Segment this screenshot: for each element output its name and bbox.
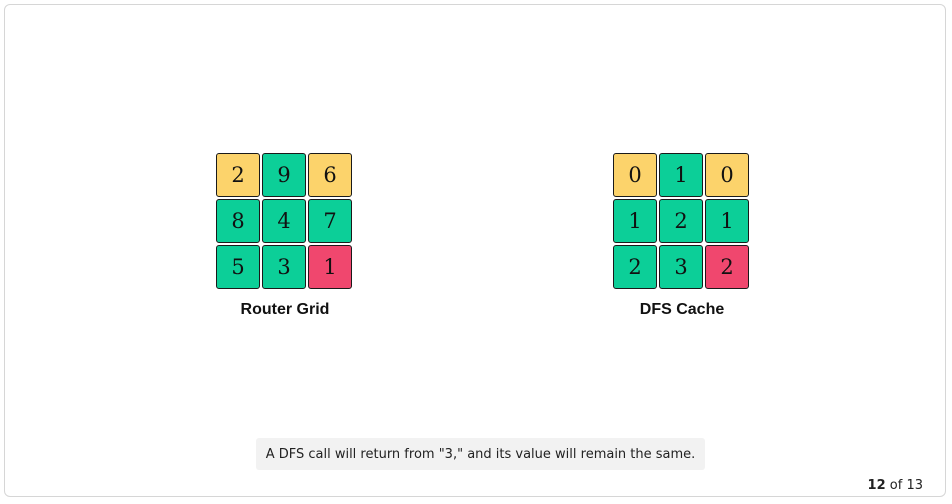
dfs-cache-cell: 1 — [705, 199, 749, 243]
router-grid-cell: 9 — [262, 153, 306, 197]
pager-separator: of — [889, 478, 903, 493]
router-grid: 2 9 6 8 4 7 5 3 1 — [216, 153, 354, 289]
dfs-cache-cell: 1 — [659, 153, 703, 197]
dfs-cache-cell: 2 — [613, 245, 657, 289]
router-grid-block: 2 9 6 8 4 7 5 3 1 Router Grid — [216, 153, 354, 319]
slide-caption: A DFS call will return from "3," and its… — [256, 438, 705, 470]
router-grid-cell: 8 — [216, 199, 260, 243]
router-grid-cell: 5 — [216, 245, 260, 289]
dfs-cache-grid: 0 1 0 1 2 1 2 3 2 — [613, 153, 751, 289]
dfs-cache-label: DFS Cache — [639, 301, 725, 318]
router-grid-label: Router Grid — [240, 301, 330, 318]
router-grid-cell: 4 — [262, 199, 306, 243]
pager-current: 12 — [867, 478, 886, 493]
pager-total: 13 — [906, 478, 923, 493]
dfs-cache-cell: 3 — [659, 245, 703, 289]
dfs-cache-cell: 2 — [659, 199, 703, 243]
router-grid-cell: 6 — [308, 153, 352, 197]
router-grid-cell: 3 — [262, 245, 306, 289]
dfs-cache-cell: 0 — [613, 153, 657, 197]
router-grid-cell: 1 — [308, 245, 352, 289]
slide-frame: 2 9 6 8 4 7 5 3 1 Router Grid 0 1 0 1 2 … — [4, 4, 946, 497]
router-grid-cell: 2 — [216, 153, 260, 197]
dfs-cache-block: 0 1 0 1 2 1 2 3 2 DFS Cache — [613, 153, 751, 319]
dfs-cache-cell: 2 — [705, 245, 749, 289]
slide-pager: 12 of 13 — [868, 478, 923, 493]
dfs-cache-cell: 1 — [613, 199, 657, 243]
router-grid-cell: 7 — [308, 199, 352, 243]
dfs-cache-cell: 0 — [705, 153, 749, 197]
